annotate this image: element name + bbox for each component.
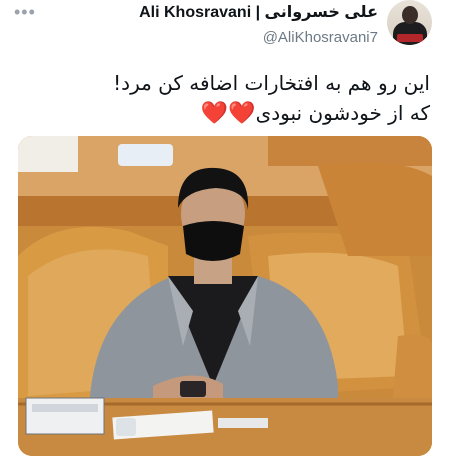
- tweet-line-2-text: که از خودشون نبودی: [255, 101, 430, 125]
- tweet-photo[interactable]: [18, 136, 432, 456]
- tweet-card: ••• علی خسروانی | Ali Khosravani @AliKho…: [0, 0, 450, 464]
- photo-illustration: [18, 136, 432, 456]
- tweet-line-1: این رو هم به افتخارات اضافه کن مرد!: [113, 71, 430, 95]
- heart-emoji-icon: ❤️❤️: [200, 101, 256, 126]
- more-options-icon[interactable]: •••: [14, 2, 36, 23]
- author-identity[interactable]: علی خسروانی | Ali Khosravani @AliKhosrav…: [139, 3, 378, 48]
- tweet-line-2: که از خودشون نبودی❤️❤️: [10, 98, 430, 129]
- tweet-text: این رو هم به افتخارات اضافه کن مرد! که ا…: [10, 68, 430, 129]
- author-handle[interactable]: @AliKhosravani7: [139, 28, 378, 48]
- author-avatar[interactable]: [387, 0, 432, 45]
- author-display-name[interactable]: علی خسروانی | Ali Khosravani: [139, 3, 378, 23]
